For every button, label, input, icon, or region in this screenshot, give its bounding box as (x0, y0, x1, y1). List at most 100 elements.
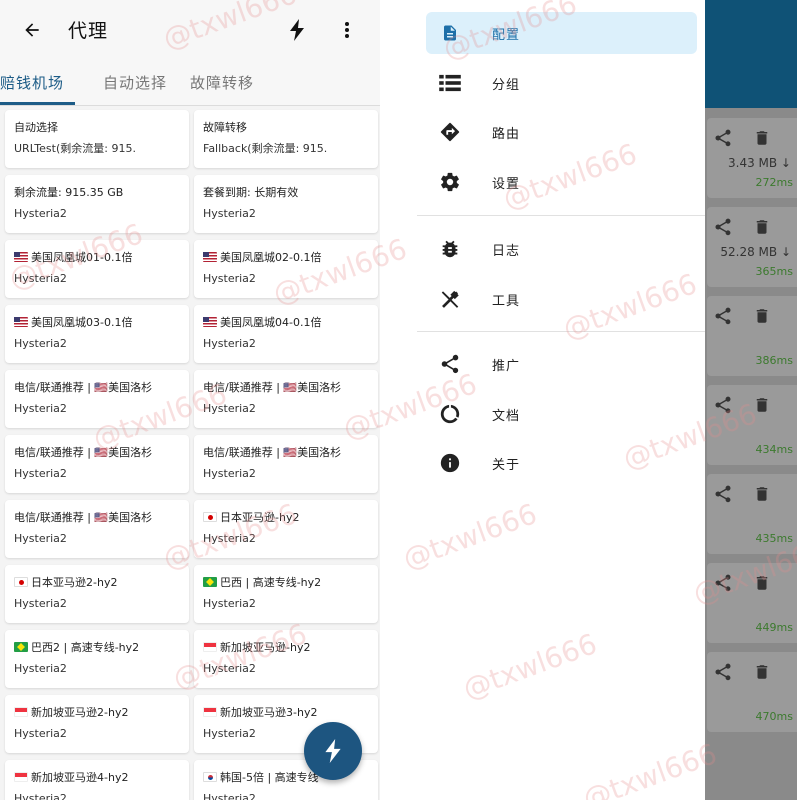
app-bar: 代理 (0, 0, 380, 60)
proxy-card[interactable]: 电信/联通推荐 | 🇺🇸美国洛杉 Hysteria2 (5, 370, 189, 428)
proxy-card[interactable]: 新加坡亚马逊-hy2 Hysteria2 (194, 630, 378, 688)
drawer-item-label: 路由 (492, 127, 521, 142)
divider (417, 215, 705, 216)
proxy-card[interactable]: 巴西2 | 高速专线-hy2 Hysteria2 (5, 630, 189, 688)
proxy-card[interactable]: 美国凤凰城02-0.1倍 Hysteria2 (194, 240, 378, 298)
profile-latency: 386ms (755, 354, 793, 367)
drawer-item-info[interactable]: 关于 (426, 442, 697, 484)
page-title: 代理 (68, 20, 109, 42)
flag-us-icon (203, 252, 217, 262)
tab-group-3[interactable]: 故障转移 (190, 72, 254, 93)
profile-latency: 434ms (755, 443, 793, 456)
proxy-type: Hysteria2 (14, 272, 67, 285)
proxy-type: Hysteria2 (14, 597, 67, 610)
drawer-item-gear[interactable]: 设置 (426, 161, 697, 203)
proxy-name: 自动选择 (14, 121, 58, 134)
lightning-icon (325, 739, 341, 763)
navigation-drawer: 配置分组路由设置日志工具推广文档关于 (417, 0, 705, 800)
back-arrow-icon[interactable] (14, 12, 50, 48)
proxy-name: 电信/联通推荐 | 🇺🇸美国洛杉 (14, 511, 153, 524)
background-profile-card: 435ms (707, 474, 797, 554)
flag-sg-icon (14, 772, 28, 782)
proxy-card[interactable]: 自动选择 URLTest(剩余流量: 915. (5, 110, 189, 168)
drawer-item-tools[interactable]: 工具 (426, 278, 697, 320)
proxy-type: Hysteria2 (203, 597, 256, 610)
tab-group-2[interactable]: 自动选择 (103, 72, 167, 93)
flag-kr-icon (203, 772, 217, 782)
proxy-card[interactable]: 美国凤凰城03-0.1倍 Hysteria2 (5, 305, 189, 363)
background-profile-card: 52.28 MB ↓ 365ms (707, 207, 797, 287)
proxy-type: Hysteria2 (14, 467, 67, 480)
proxy-name: 美国凤凰城01-0.1倍 (31, 251, 133, 264)
proxy-card[interactable]: 日本亚马逊-hy2 Hysteria2 (194, 500, 378, 558)
proxy-card[interactable]: 电信/联通推荐 | 🇺🇸美国洛杉 Hysteria2 (5, 500, 189, 558)
proxy-name: 电信/联通推荐 | 🇺🇸美国洛杉 (203, 381, 342, 394)
proxy-name: 美国凤凰城04-0.1倍 (220, 316, 322, 329)
lightning-icon[interactable] (282, 12, 312, 48)
profile-size: 3.43 MB ↓ (728, 156, 791, 170)
proxy-name: 电信/联通推荐 | 🇺🇸美国洛杉 (203, 446, 342, 459)
drawer-item-label: 分组 (492, 77, 521, 93)
proxy-card[interactable]: 套餐到期: 长期有效 Hysteria2 (194, 175, 378, 233)
proxy-type: Hysteria2 (14, 662, 67, 675)
profile-latency: 272ms (755, 176, 793, 189)
proxy-type: Hysteria2 (14, 337, 67, 350)
proxy-name: 电信/联通推荐 | 🇺🇸美国洛杉 (14, 446, 153, 459)
bug-icon (438, 237, 462, 261)
flag-jp-icon (203, 512, 217, 522)
drawer-item-label: 工具 (492, 293, 521, 309)
more-vert-icon[interactable] (332, 12, 362, 48)
drawer-item-list[interactable]: 分组 (426, 62, 697, 104)
proxy-type: Hysteria2 (203, 272, 256, 285)
tools-icon (438, 287, 462, 311)
proxy-name: 套餐到期: 长期有效 (203, 186, 299, 199)
flag-sg-icon (203, 642, 217, 652)
share-icon (713, 484, 733, 508)
proxy-name: 剩余流量: 915.35 GB (14, 186, 124, 199)
drawer-item-bug[interactable]: 日志 (426, 228, 697, 270)
share-icon (713, 573, 733, 597)
proxy-card[interactable]: 新加坡亚马逊2-hy2 Hysteria2 (5, 695, 189, 753)
tab-group-1[interactable]: 赔钱机场 (0, 72, 64, 93)
flag-jp-icon (14, 577, 28, 587)
share-icon (713, 128, 733, 152)
proxy-card[interactable]: 美国凤凰城04-0.1倍 Hysteria2 (194, 305, 378, 363)
proxy-card[interactable]: 巴西 | 高速专线-hy2 Hysteria2 (194, 565, 378, 623)
proxy-type: Hysteria2 (203, 467, 256, 480)
proxy-type: Hysteria2 (203, 207, 256, 220)
trash-icon (753, 128, 771, 152)
proxy-card[interactable]: 电信/联通推荐 | 🇺🇸美国洛杉 Hysteria2 (5, 435, 189, 493)
background-profile-card: 470ms (707, 652, 797, 732)
profile-size: 52.28 MB ↓ (720, 245, 791, 259)
drawer-item-label: 关于 (492, 458, 521, 473)
test-latency-fab[interactable] (304, 722, 362, 780)
proxy-card[interactable]: 故障转移 Fallback(剩余流量: 915. (194, 110, 378, 168)
proxy-card[interactable]: 电信/联通推荐 | 🇺🇸美国洛杉 Hysteria2 (194, 370, 378, 428)
proxy-card[interactable]: 美国凤凰城01-0.1倍 Hysteria2 (5, 240, 189, 298)
drawer-item-share[interactable]: 推广 (426, 343, 697, 385)
drawer-item-label: 日志 (492, 244, 521, 259)
proxy-type: Fallback(剩余流量: 915. (203, 142, 328, 155)
share-icon (438, 352, 462, 376)
proxy-name: 故障转移 (203, 121, 247, 134)
trash-icon (753, 395, 771, 419)
profile-latency: 470ms (755, 710, 793, 723)
proxy-name: 电信/联通推荐 | 🇺🇸美国洛杉 (14, 381, 153, 394)
drawer-item-route[interactable]: 路由 (426, 111, 697, 153)
trash-icon (753, 573, 771, 597)
drawer-item-document[interactable]: 配置 (426, 12, 697, 54)
background-profile-card: 3.43 MB ↓ 272ms (707, 118, 797, 198)
proxy-name: 新加坡亚马逊-hy2 (220, 641, 311, 654)
flag-us-icon (203, 317, 217, 327)
proxy-card[interactable]: 剩余流量: 915.35 GB Hysteria2 (5, 175, 189, 233)
share-icon (713, 662, 733, 686)
flag-us-icon (14, 317, 28, 327)
proxy-name: 日本亚马逊-hy2 (220, 511, 300, 524)
proxy-card[interactable]: 日本亚马逊2-hy2 Hysteria2 (5, 565, 189, 623)
proxy-name: 美国凤凰城02-0.1倍 (220, 251, 322, 264)
proxy-card[interactable]: 新加坡亚马逊4-hy2 Hysteria2 (5, 760, 189, 800)
background-profile-card: 434ms (707, 385, 797, 465)
proxy-card[interactable]: 电信/联通推荐 | 🇺🇸美国洛杉 Hysteria2 (194, 435, 378, 493)
drawer-item-docs[interactable]: 文档 (426, 393, 697, 435)
flag-sg-icon (14, 707, 28, 717)
